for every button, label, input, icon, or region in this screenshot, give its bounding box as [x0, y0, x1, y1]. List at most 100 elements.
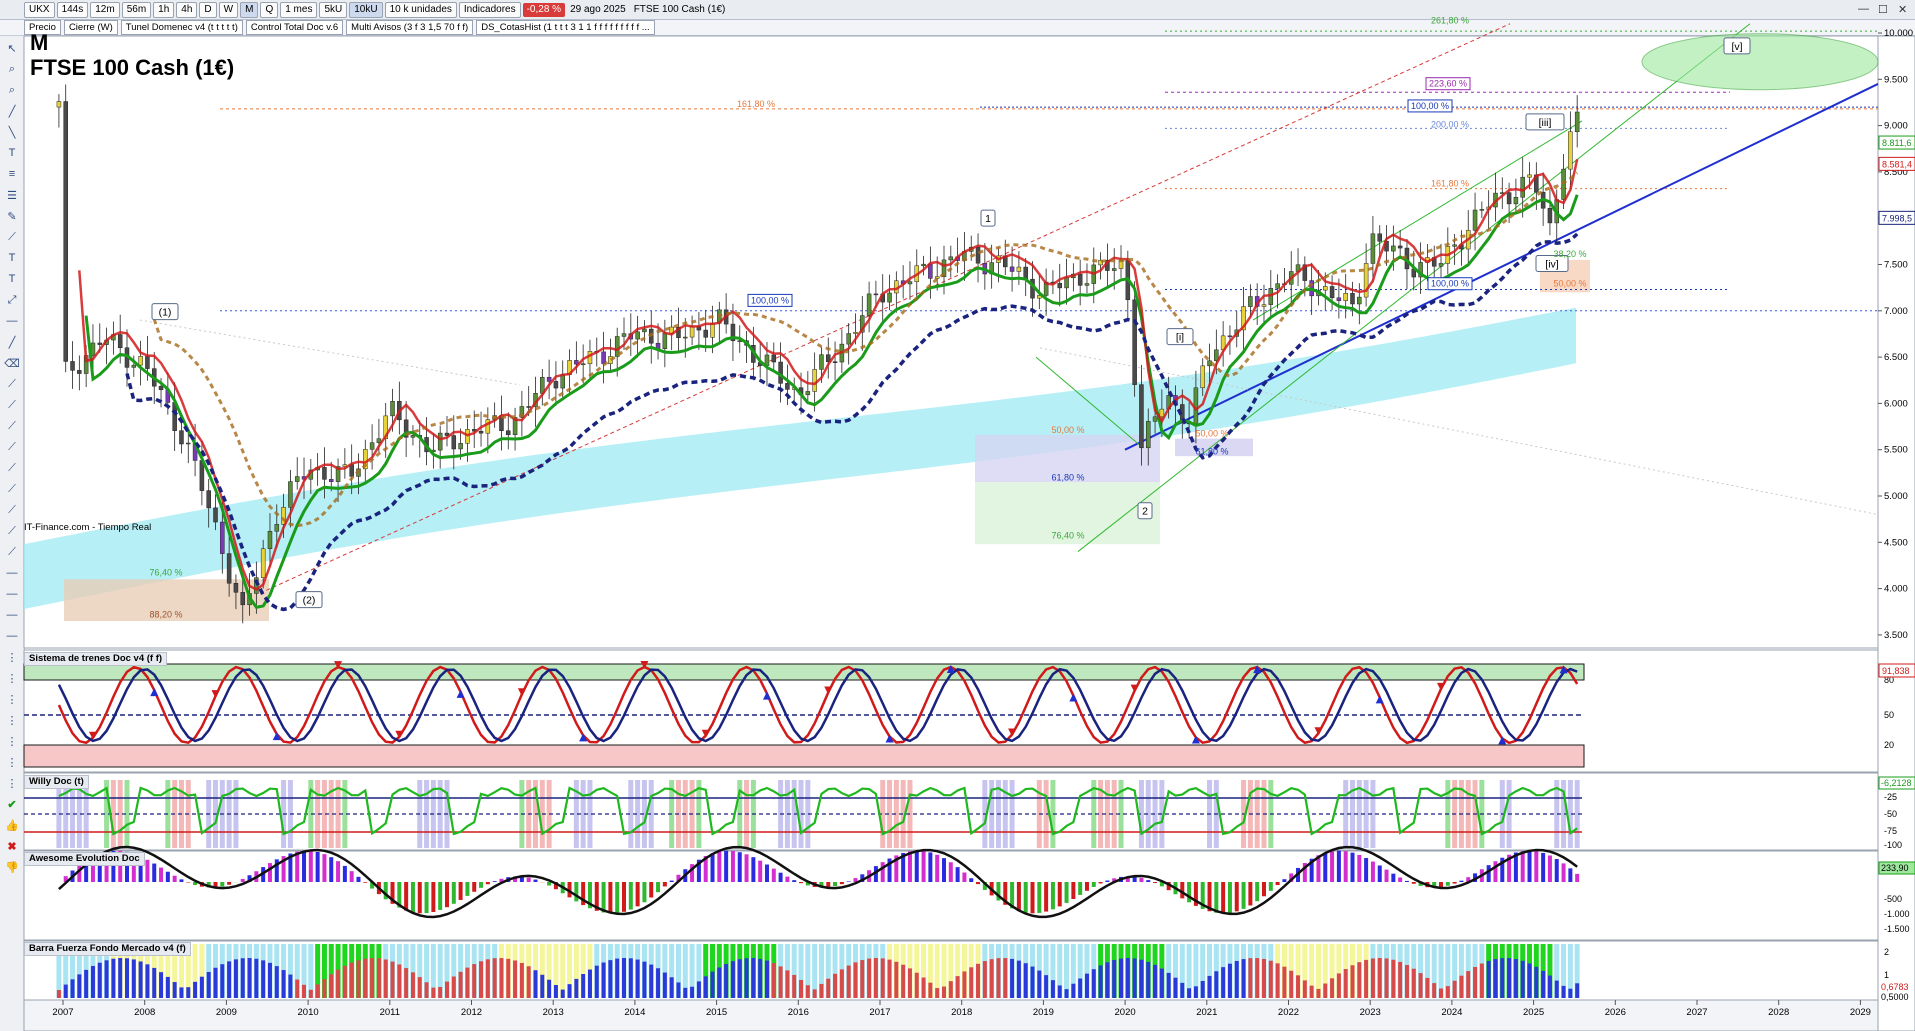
barra-bar: [118, 958, 123, 998]
barra-bar: [812, 989, 817, 998]
barra-bar: [581, 973, 586, 998]
awesome-bar: [710, 853, 715, 882]
candle-body: [1472, 209, 1478, 231]
barra-bar: [1568, 988, 1573, 998]
awesome-bar: [669, 880, 674, 882]
barra-bar: [404, 968, 409, 998]
awesome-bar: [431, 882, 436, 912]
awesome-bar: [1146, 880, 1151, 882]
candle-body: [1323, 286, 1328, 291]
barra-bar: [1575, 983, 1580, 998]
barra-bar: [1561, 985, 1566, 998]
year-axis-label: 2011: [380, 1007, 400, 1018]
barra-bar: [1486, 960, 1491, 998]
barra-bar: [669, 977, 674, 998]
fib-label: 161,80 %: [737, 99, 775, 109]
awesome-bar: [628, 882, 633, 910]
awesome-bar: [220, 882, 225, 887]
awesome-bar: [267, 863, 272, 882]
awesome-bar: [302, 850, 307, 882]
barra-bar: [1214, 971, 1219, 998]
wave-label: (2): [303, 595, 316, 607]
barra-bar: [1554, 980, 1559, 998]
barra-bar: [424, 982, 429, 998]
candle-body: [1227, 335, 1233, 338]
barra-bar: [479, 961, 484, 998]
awesome-bar: [363, 882, 368, 883]
barra-bar: [1350, 965, 1355, 998]
year-axis-label: 2012: [461, 1007, 482, 1018]
barra-bar: [1439, 988, 1444, 998]
barra-bar: [567, 984, 572, 998]
awesome-bar: [1520, 851, 1525, 882]
awesome-bar: [1370, 861, 1375, 882]
fib-label: 61,80 %: [1051, 472, 1084, 482]
barra-bar: [1411, 968, 1416, 998]
candle-body: [77, 370, 82, 374]
data-source: IT-Finance.com - Tiempo Real: [24, 522, 152, 533]
barra-bar: [976, 963, 981, 998]
barra-bar: [1227, 963, 1232, 998]
panel-label-trenes[interactable]: Sistema de trenes Doc v4 (f f): [24, 652, 168, 666]
price-tag: 8.811,6: [1882, 138, 1911, 148]
barra-bar: [799, 979, 804, 998]
awesome-bar: [948, 862, 953, 882]
candle-body: [771, 354, 777, 363]
awesome-bar: [1255, 882, 1260, 902]
barra-bar: [1146, 961, 1151, 998]
panel-label-willy[interactable]: Willy Doc (t): [24, 775, 89, 789]
barra-bar: [1003, 958, 1008, 998]
barra-bar: [1323, 983, 1328, 998]
awesome-bar: [342, 865, 347, 882]
barra-bar: [213, 967, 218, 998]
candle-body: [1084, 283, 1090, 286]
awesome-axis-label: -1.500: [1884, 924, 1910, 934]
panel-label-barra[interactable]: Barra Fuerza Fondo Mercado v4 (f): [24, 942, 191, 956]
chart-canvas[interactable]: 10.0009.5009.0008.5008.0007.5007.0006.50…: [0, 0, 1915, 1031]
awesome-bar: [1561, 863, 1566, 882]
awesome-bar: [1057, 882, 1062, 907]
barra-bar: [683, 987, 688, 998]
barra-bar: [1159, 968, 1164, 998]
barra-bar: [288, 974, 293, 998]
awesome-bar: [1282, 879, 1287, 882]
candle-body: [642, 328, 647, 333]
barra-bar: [860, 960, 865, 998]
year-axis-label: 2021: [1196, 1007, 1217, 1018]
awesome-bar: [1227, 882, 1232, 913]
candle-body: [274, 524, 280, 532]
candle-body: [240, 592, 245, 606]
candle-body: [948, 256, 954, 261]
awesome-bar: [941, 858, 946, 882]
barra-bar: [764, 960, 769, 998]
candle-body: [546, 376, 552, 382]
fib-label: 100,00 %: [751, 295, 789, 305]
candle-body: [1568, 131, 1573, 170]
awesome-bar: [349, 871, 354, 882]
awesome-bar: [969, 878, 974, 882]
barra-bar: [1112, 959, 1117, 998]
fib-label: 50,00 %: [1553, 279, 1586, 289]
candle-body: [580, 363, 586, 366]
awesome-bar: [649, 882, 654, 898]
candle-body: [458, 443, 463, 450]
awesome-bar: [172, 875, 177, 882]
price-axis-label: 6.000: [1884, 398, 1908, 409]
barra-bar: [574, 978, 579, 998]
candle-body: [220, 521, 225, 554]
barra-bar: [907, 968, 912, 998]
barra-bar: [77, 974, 82, 998]
barra-bar: [553, 985, 558, 998]
trenes-value: 91,838: [1882, 666, 1910, 676]
candle-body: [846, 333, 851, 345]
candle-body: [63, 101, 68, 362]
barra-bar: [261, 960, 266, 998]
barra-bar: [390, 961, 395, 998]
fib-label: 50,00 %: [1195, 429, 1228, 439]
panel-label-awesome[interactable]: Awesome Evolution Doc: [24, 852, 145, 866]
awesome-bar: [1391, 873, 1396, 882]
wave-label: 2: [1142, 506, 1148, 518]
barra-bar: [165, 976, 170, 998]
candle-body: [1009, 266, 1015, 272]
barra-bar: [1193, 986, 1198, 998]
